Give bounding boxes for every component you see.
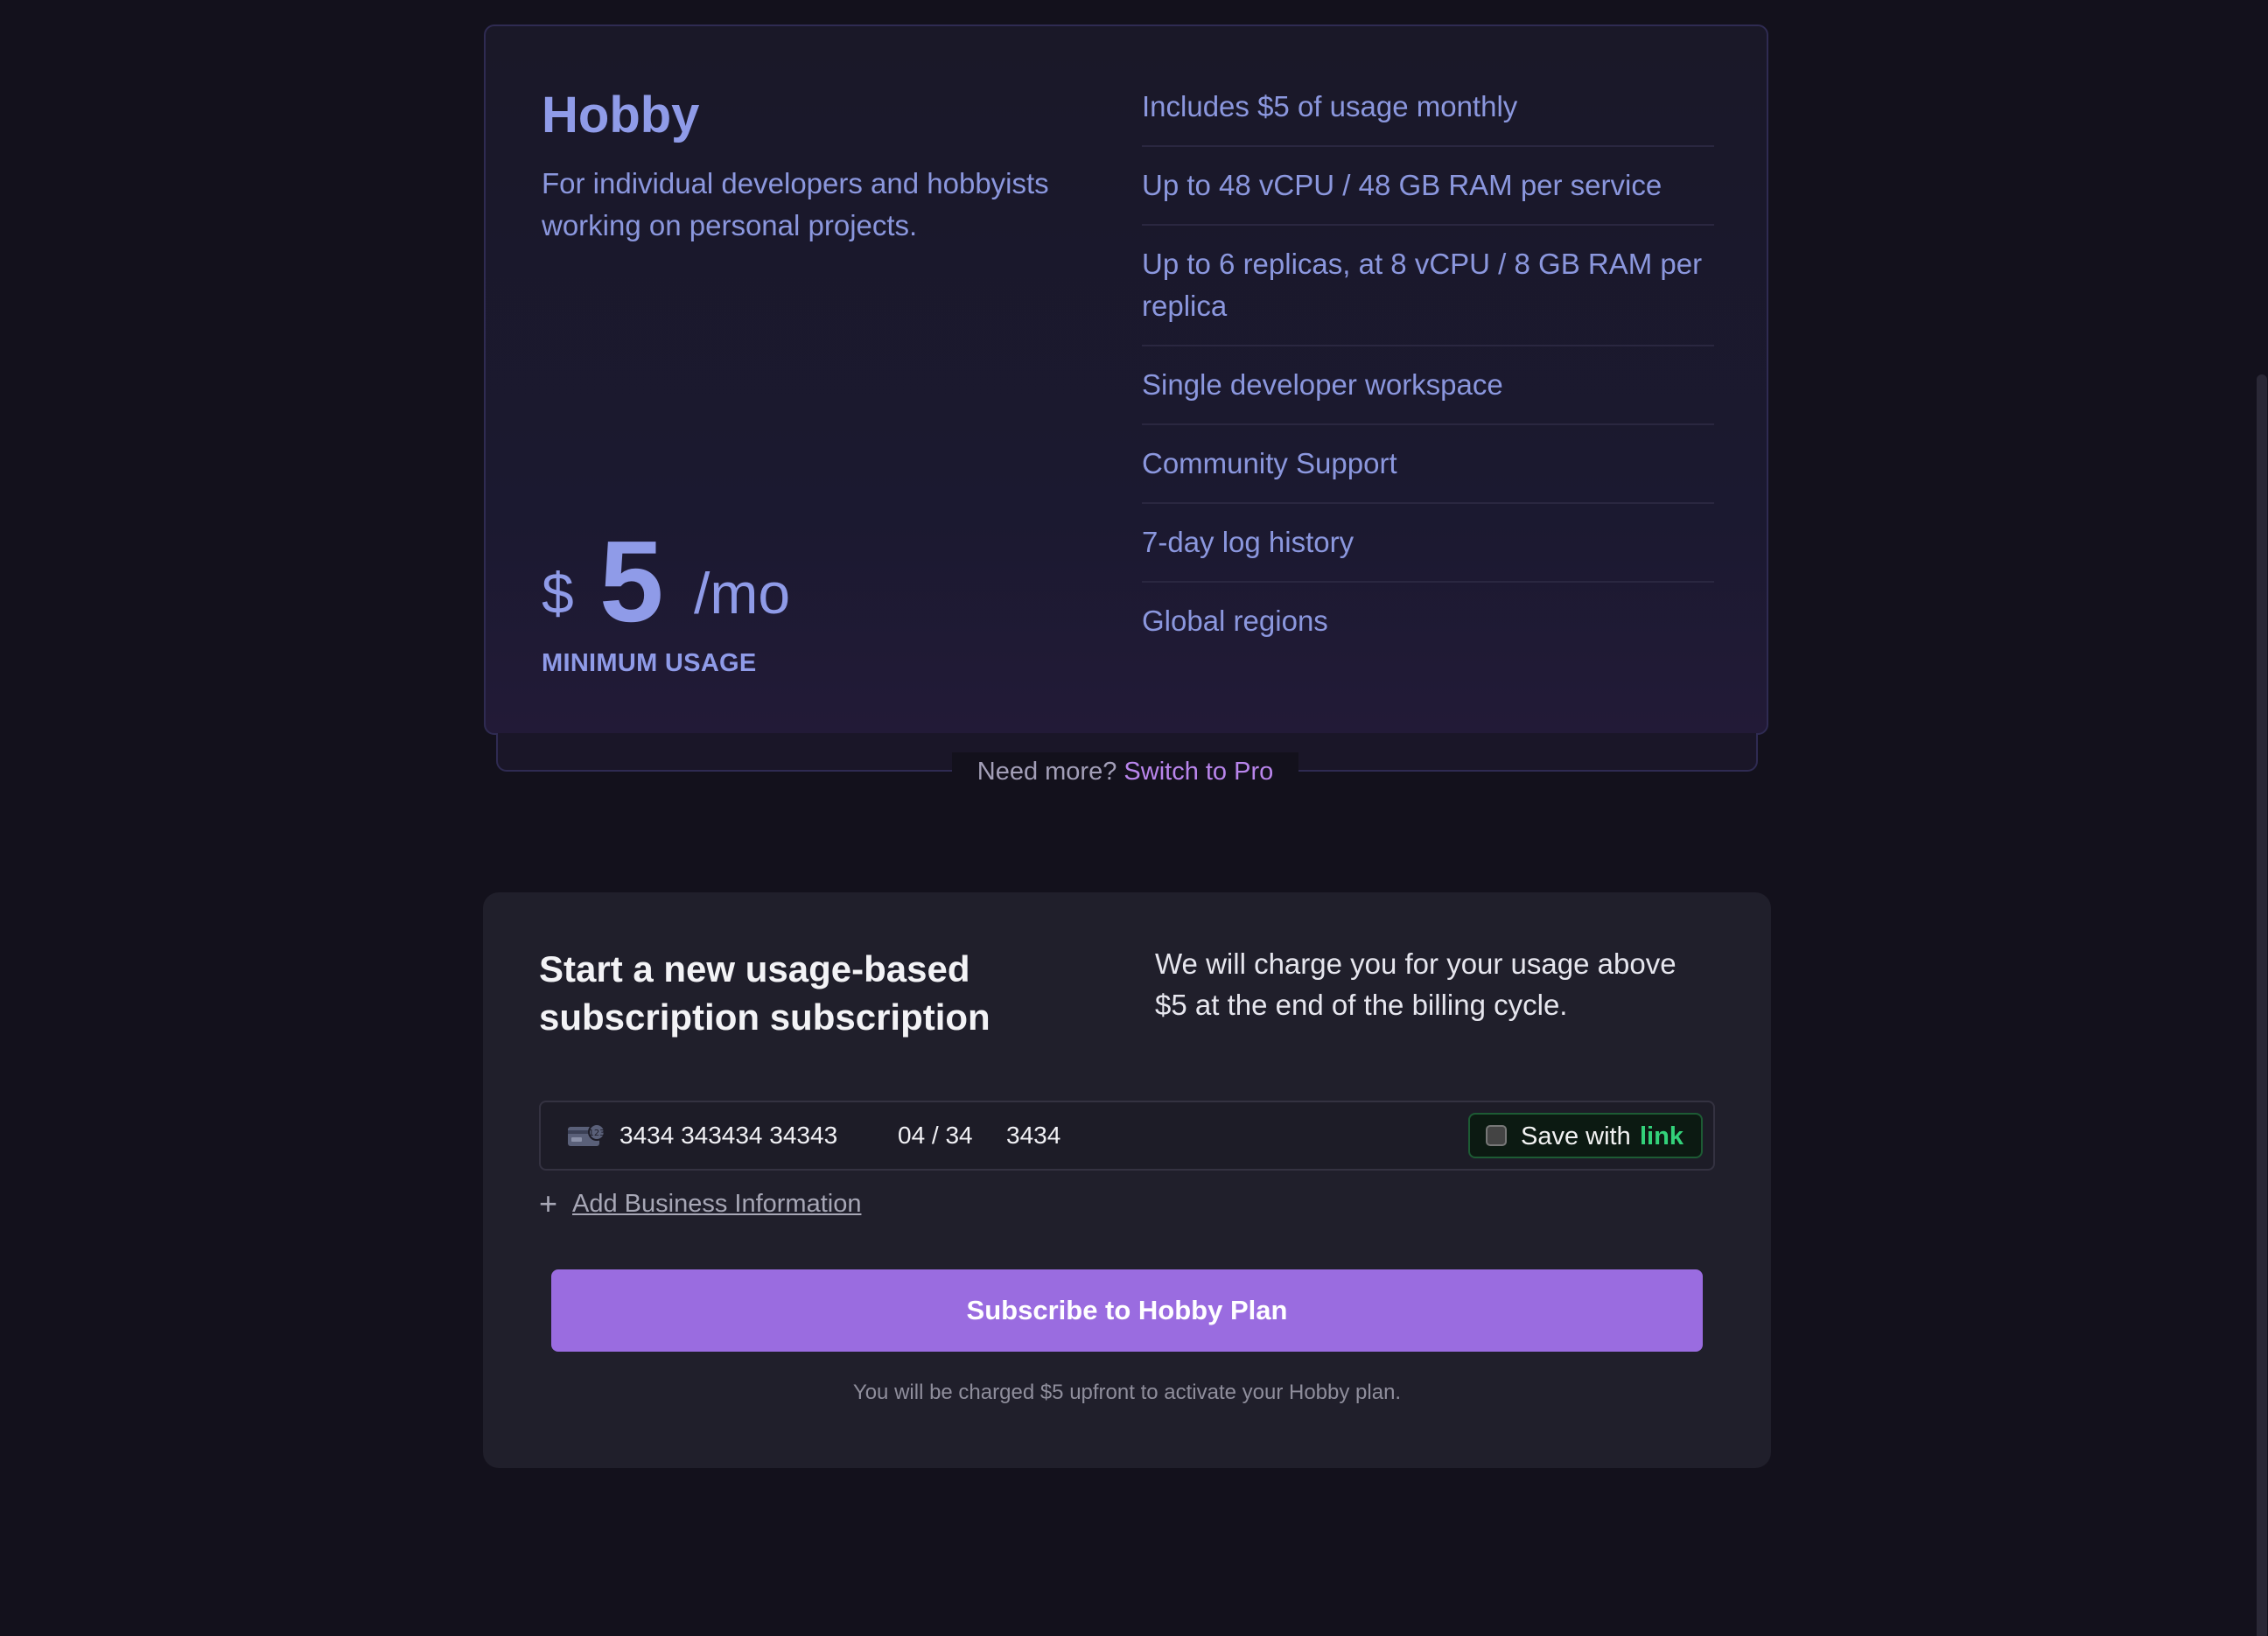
link-logo: link [1640, 1122, 1684, 1150]
card-cvc-field[interactable]: 3434 [1006, 1102, 1060, 1169]
need-more-label: Need more? [976, 758, 1117, 786]
feature-item: Single developer workspace [1142, 346, 1714, 425]
price-amount: 5 [599, 517, 664, 646]
feature-item: Community Support [1142, 425, 1714, 504]
plan-description: For individual developers and hobbyists … [542, 167, 1049, 241]
card-input[interactable]: 123 3434 343434 34343 04 / 34 3434 Save … [539, 1101, 1715, 1171]
add-business-information-link[interactable]: Add Business Information [572, 1185, 861, 1223]
card-number-field[interactable]: 3434 343434 34343 [620, 1102, 837, 1169]
feature-item: Up to 48 vCPU / 48 GB RAM per service [1142, 147, 1714, 226]
save-with-link-checkbox[interactable] [1486, 1125, 1507, 1146]
price-note: MINIMUM USAGE [542, 649, 757, 677]
feature-item: Global regions [1142, 605, 1328, 637]
credit-card-icon: 123 [568, 1123, 606, 1146]
plan-card: Hobby For individual developers and hobb… [484, 24, 1768, 735]
need-more: Need more? Switch to Pro [952, 752, 1298, 791]
scrollbar-thumb[interactable] [2257, 374, 2267, 1636]
subscribe-button[interactable]: Subscribe to Hobby Plan [551, 1269, 1703, 1352]
feature-item: Up to 6 replicas, at 8 vCPU / 8 GB RAM p… [1142, 226, 1714, 346]
plus-icon: + [539, 1185, 558, 1221]
save-with-link[interactable]: Save with link [1468, 1113, 1703, 1158]
svg-text:123: 123 [588, 1129, 605, 1138]
feature-list: Includes $5 of usage monthly Up to 48 vC… [1142, 73, 1714, 660]
feature-item: Includes $5 of usage monthly [1142, 73, 1714, 147]
switch-to-pro-link[interactable]: Switch to Pro [1124, 758, 1273, 786]
subscription-card: Start a new usage-based subscription sub… [483, 892, 1771, 1468]
billing-note: We will charge you for your usage above … [1155, 947, 1676, 1021]
feature-item: 7-day log history [1142, 504, 1714, 583]
plan-title: Hobby [542, 87, 700, 143]
charge-note: You will be charged $5 upfront to activa… [852, 1381, 1402, 1404]
subscription-title: Start a new usage-based subscription sub… [539, 948, 990, 1038]
save-with-link-label: Save with [1521, 1122, 1631, 1150]
card-expiry-field[interactable]: 04 / 34 [898, 1102, 973, 1169]
scrollbar[interactable] [2256, 0, 2268, 1636]
price-currency: $ [542, 561, 574, 626]
price-period: /mo [694, 561, 791, 626]
